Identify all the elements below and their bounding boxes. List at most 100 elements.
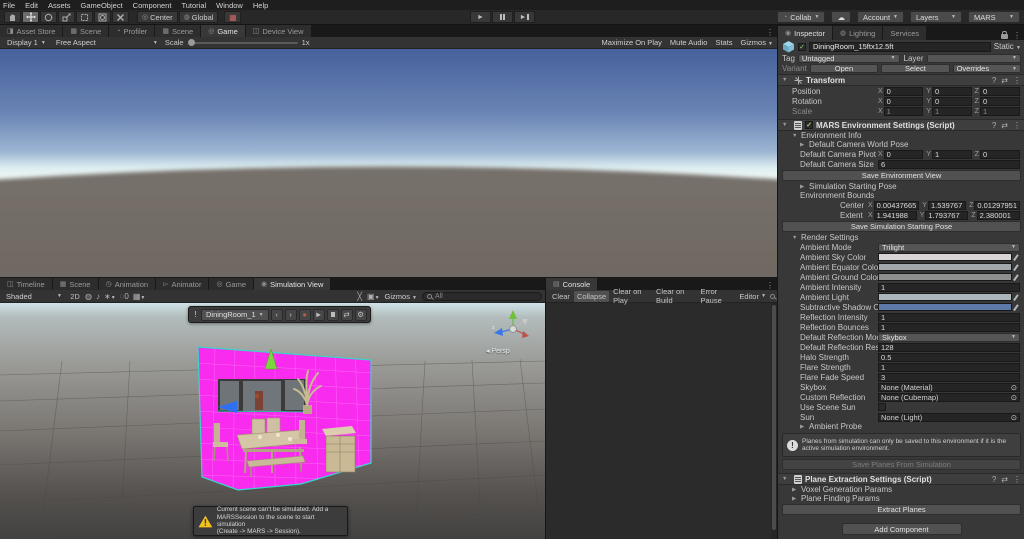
add-component-button[interactable]: Add Component [841,523,962,535]
environment-info-foldout[interactable]: Environment Info [801,131,861,140]
presets-icon[interactable]: ⇄ [1001,76,1008,85]
rect-tool-icon[interactable] [76,11,93,23]
tab-console[interactable]: ▤ Console [546,278,599,290]
menu-gameobject[interactable]: GameObject [81,1,123,10]
environment-dropdown[interactable]: DiningRoom_1 ▼ [201,308,269,321]
flare-strength-field[interactable]: 1 [878,362,1020,372]
default-reflection-mode-dropdown[interactable]: Skybox ▼ [878,332,1020,342]
tab-scene[interactable]: ▦ Scene [52,278,99,290]
console-collapse-toggle[interactable]: Collapse [573,290,610,302]
menu-window[interactable]: Window [216,1,243,10]
eyedropper-icon[interactable] [1012,273,1020,282]
layers-dropdown[interactable]: Layers ▼ [910,11,962,23]
2d-toggle[interactable]: 2D [69,290,81,302]
tab-animation[interactable]: ◷ Animation [98,278,157,290]
transform-header[interactable]: ▼ Transform ? ⇄ ⋮ [778,74,1024,86]
hidden-objects-icon[interactable]: ◌0 [120,292,129,301]
collab-dropdown[interactable]: ◔ Collab ▼ [776,11,826,23]
aspect-dropdown[interactable]: Free Aspect ▼ [53,38,161,48]
help-icon[interactable]: ? [992,475,996,484]
prev-environment-button[interactable]: ‹ [270,308,283,321]
rotation-z-field[interactable]: 0 [979,96,1020,106]
center-z-field[interactable]: 0.01297951 [974,200,1020,210]
object-picker-icon[interactable]: ⊙ [1011,393,1017,402]
halo-strength-field[interactable]: 0.5 [878,352,1020,362]
presets-icon[interactable]: ⇄ [1001,121,1008,130]
default-camera-size-field[interactable]: 6 [878,159,1020,169]
menu-help[interactable]: Help [253,1,268,10]
transform-tool-icon[interactable] [94,11,111,23]
game-viewport[interactable] [0,49,777,277]
sim-gizmos-dropdown[interactable]: Gizmos ▼ [385,292,417,301]
position-z-field[interactable]: 0 [979,86,1020,96]
ambient-probe-foldout[interactable]: Ambient Probe [809,422,862,431]
reflection-bounces-field[interactable]: 1 [878,322,1020,332]
extent-x-field[interactable]: 1.941988 [873,210,917,220]
ambient-sky-color-swatch[interactable] [878,253,1012,261]
inspector-menu-icon[interactable]: ⋮ [1013,31,1021,40]
ambient-mode-dropdown[interactable]: Trilight ▼ [878,242,1020,252]
layer-dropdown[interactable]: ▼ [926,53,1021,63]
eyedropper-icon[interactable] [1012,263,1020,272]
maximize-on-play-toggle[interactable]: Maximize On Play [601,38,661,47]
console-editor-dropdown[interactable]: Editor ▼ [736,291,769,302]
eyedropper-icon[interactable] [1012,293,1020,302]
console-clear-button[interactable]: Clear [549,291,573,302]
component-tools-icon[interactable]: ╳ [357,292,362,301]
sim-resync-button[interactable]: ⇄ [340,308,353,321]
pause-button[interactable] [492,11,513,23]
cloud-button[interactable]: ☁ [831,11,851,23]
tab-animator[interactable]: ▻ Animator [156,278,210,290]
ambient-light-swatch[interactable] [878,293,1012,301]
foldout-open-icon[interactable]: ▼ [782,77,788,83]
perspective-label[interactable]: ◂ Persp [486,347,510,355]
play-button[interactable]: ► [470,11,491,23]
tab-scene-2[interactable]: ▦ Scene [155,25,202,37]
stats-toggle[interactable]: Stats [715,38,732,47]
rotate-tool-icon[interactable] [40,11,57,23]
object-picker-icon[interactable]: ⊙ [1011,383,1017,392]
menu-edit[interactable]: Edit [25,1,38,10]
tab-lighting[interactable]: ◍ Lighting [832,26,884,40]
console-error-pause-toggle[interactable]: Error Pause [698,287,736,305]
hand-tool-icon[interactable] [4,11,21,23]
grid-dropdown-icon[interactable]: ▦▼ [133,292,146,301]
move-tool-icon[interactable] [22,11,39,23]
foldout-open-icon[interactable]: ▼ [782,476,788,482]
position-x-field[interactable]: 0 [883,86,924,96]
custom-tool-icon[interactable] [112,11,129,23]
scale-slider[interactable] [187,38,298,46]
plane-extraction-settings-header[interactable]: ▼ Plane Extraction Settings (Script) ? ⇄ ⋮ [778,473,1024,485]
scale-tool-icon[interactable] [58,11,75,23]
scene-orientation-gizmo[interactable]: z [492,307,534,349]
save-environment-view-button[interactable]: Save Environment View [782,170,1021,181]
tab-profiler[interactable]: ◔ Profiler [109,25,156,37]
scale-z-field[interactable]: 1 [979,106,1020,116]
presets-icon[interactable]: ⇄ [1001,475,1008,484]
sim-pause-button[interactable] [326,308,339,321]
sim-alert-icon[interactable]: ! [192,310,199,319]
console-clear-on-build-toggle[interactable]: Clear on Build [653,287,697,305]
lighting-toggle-icon[interactable]: ◍ [85,292,92,301]
active-checkbox[interactable]: ✓ [798,42,806,51]
tab-inspector[interactable]: ◉ Inspector [778,26,833,40]
sim-play-button[interactable]: ► [312,308,325,321]
ambient-equator-color-swatch[interactable] [878,263,1012,271]
component-menu-icon[interactable]: ⋮ [1013,475,1021,484]
layout-dropdown[interactable]: MARS ▼ [968,11,1020,23]
tab-timeline[interactable]: ◫ Timeline [0,278,53,290]
render-settings-foldout[interactable]: Render Settings [801,233,858,242]
component-menu-icon[interactable]: ⋮ [1013,121,1021,130]
extract-planes-button[interactable]: Extract Planes [782,504,1021,515]
mute-audio-toggle[interactable]: Mute Audio [670,38,708,47]
default-reflection-resolution-field[interactable]: 128 [878,342,1020,352]
plane-finding-params-foldout[interactable]: Plane Finding Params [801,494,880,503]
pivot-rotation-button[interactable]: ◍ Global [178,11,219,23]
tab-device-view[interactable]: ◫ Device View [245,25,312,37]
tab-game-bottom[interactable]: ◎ Game [209,278,255,290]
center-x-field[interactable]: 0.00437665 [873,200,920,210]
tab-simulation-view[interactable]: ◉ Simulation View [254,278,332,290]
tab-asset-store[interactable]: ◨ Asset Store [0,25,64,37]
gizmos-dropdown[interactable]: Gizmos ▼ [741,38,773,47]
mars-env-enabled-checkbox[interactable]: ✓ [805,121,813,129]
